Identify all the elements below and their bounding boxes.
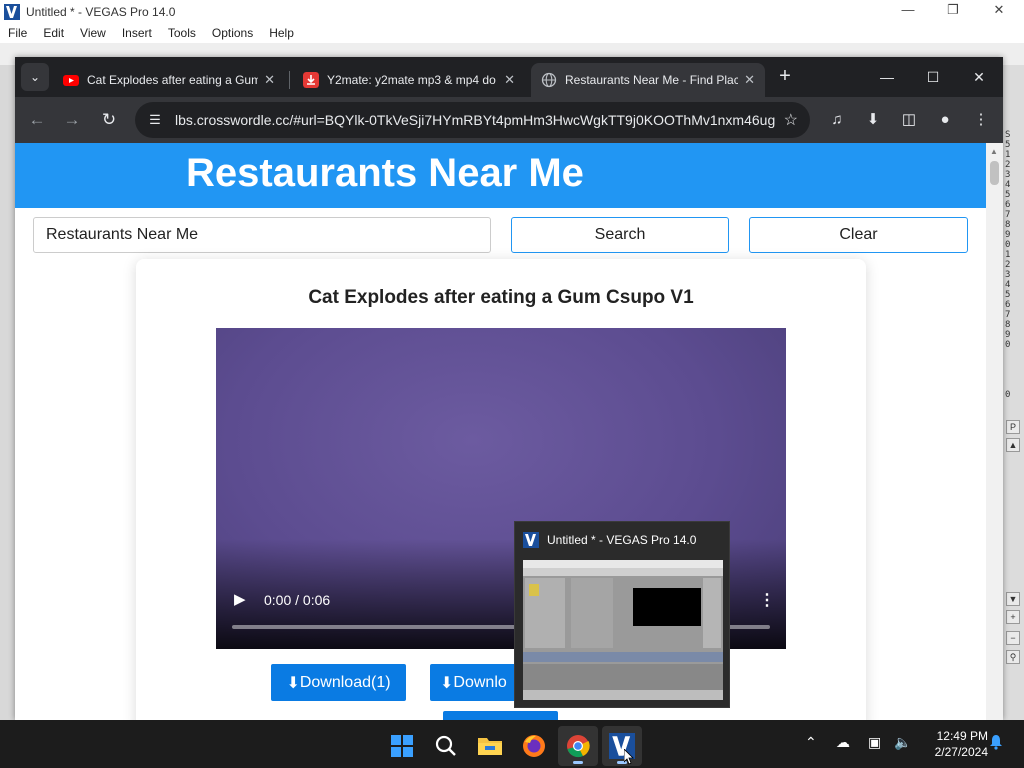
vegas-lock-icon[interactable]: P (1006, 420, 1020, 434)
forward-icon[interactable]: → (60, 108, 84, 132)
page-title: Restaurants Near Me (186, 151, 584, 195)
download-icon (303, 72, 319, 88)
volume-muted-icon[interactable]: 🔈 (894, 734, 911, 751)
close-icon[interactable]: ✕ (959, 65, 999, 89)
system-clock[interactable]: 12:49 PM 2/27/2024 (918, 728, 988, 760)
vegas-logo-icon (4, 3, 20, 20)
tab-cat-video[interactable]: Cat Explodes after eating a Gum ✕ (53, 63, 285, 97)
file-explorer-icon[interactable] (470, 726, 510, 766)
video-more-icon[interactable]: ⋮ (759, 590, 775, 610)
tab-restaurants[interactable]: Restaurants Near Me - Find Plac ✕ (531, 63, 765, 97)
page-header: Restaurants Near Me (15, 143, 986, 208)
vegas-up-icon[interactable]: ▲ (1006, 438, 1020, 452)
menu-insert[interactable]: Insert (114, 26, 160, 40)
tab-strip: ⌄ Cat Explodes after eating a Gum ✕ Y2ma… (15, 57, 1003, 97)
profile-avatar-icon[interactable]: ● (933, 108, 957, 132)
vegas-left-panel (0, 65, 16, 720)
play-icon[interactable]: ▶ (234, 590, 246, 608)
scroll-up-icon[interactable]: ▲ (990, 147, 998, 156)
tab-label: Y2mate: y2mate mp3 & mp4 do (327, 73, 496, 87)
notification-bell-icon[interactable] (988, 734, 1004, 753)
tab-separator (289, 71, 290, 89)
thumbnail-header: Untitled * - VEGAS Pro 14.0 (523, 532, 696, 548)
back-icon[interactable]: ← (25, 108, 49, 132)
clock-time: 12:49 PM (936, 729, 988, 743)
mouse-cursor-icon (624, 749, 634, 765)
tab-label: Cat Explodes after eating a Gum (87, 73, 259, 87)
tab-label: Restaurants Near Me - Find Plac (565, 73, 739, 87)
onedrive-icon[interactable]: ☁ (836, 734, 850, 751)
firefox-icon[interactable] (514, 726, 554, 766)
chrome-window: ⌄ Cat Explodes after eating a Gum ✕ Y2ma… (15, 57, 1003, 720)
download-icon: ⬇ (286, 674, 300, 692)
page-scrollbar[interactable]: ▲ (986, 143, 1003, 720)
tab-y2mate[interactable]: Y2mate: y2mate mp3 & mp4 do ✕ (293, 63, 525, 97)
vegas-zoom-tool-icon[interactable]: ⚲ (1006, 650, 1020, 664)
close-icon[interactable]: ✕ (744, 72, 755, 88)
vegas-zoom-in-icon[interactable]: + (1006, 610, 1020, 624)
restore-icon[interactable]: ❐ (938, 2, 968, 18)
bookmark-star-icon[interactable]: ☆ (784, 110, 798, 130)
video-time: 0:00 / 0:06 (264, 592, 331, 608)
youtube-icon (63, 75, 79, 86)
clear-button[interactable]: Clear (749, 217, 968, 253)
download-3-button[interactable] (443, 711, 558, 720)
vegas-logo-icon (523, 532, 539, 548)
close-icon[interactable]: ✕ (264, 72, 275, 88)
side-panel-icon[interactable]: ◫ (897, 108, 921, 132)
taskbar-thumbnail-preview[interactable]: Untitled * - VEGAS Pro 14.0 (514, 521, 730, 708)
menu-help[interactable]: Help (261, 26, 302, 40)
download-2-label: Downlo (453, 673, 507, 691)
menu-file[interactable]: File (0, 26, 35, 40)
windows-start-icon[interactable] (382, 726, 422, 766)
new-tab-button[interactable]: + (773, 65, 797, 89)
search-button[interactable]: Search (511, 217, 729, 253)
close-icon[interactable]: ✕ (504, 72, 515, 88)
download-icon[interactable]: ⬇ (861, 108, 885, 132)
minimize-icon[interactable]: — (893, 2, 923, 17)
tab-search-button[interactable]: ⌄ (21, 63, 49, 91)
video-title: Cat Explodes after eating a Gum Csupo V1 (308, 287, 694, 308)
vegas-titlebar: Untitled * - VEGAS Pro 14.0 — ❐ ✕ (0, 0, 1024, 23)
taskbar: ⌃ ☁ ▣ 🔈 12:49 PM 2/27/2024 (0, 720, 1024, 768)
vegas-icon[interactable] (602, 726, 642, 766)
vegas-down-icon[interactable]: ▼ (1006, 592, 1020, 606)
download-1-label: Download(1) (299, 673, 391, 691)
url-text: lbs.crosswordle.cc/#url=BQYlk-0TkVeSji7H… (175, 112, 775, 128)
active-indicator (573, 761, 583, 764)
menu-tools[interactable]: Tools (160, 26, 204, 40)
more-menu-icon[interactable]: ⋮ (969, 108, 993, 132)
vegas-menubar: File Edit View Insert Tools Options Help (0, 23, 1024, 43)
vegas-ruler: S512345678901234567890 0 (1005, 130, 1011, 400)
globe-icon (541, 72, 557, 88)
reload-icon[interactable]: ↻ (97, 108, 121, 132)
chrome-icon[interactable] (558, 726, 598, 766)
download-icon: ⬇ (440, 674, 454, 692)
maximize-icon[interactable]: ☐ (913, 65, 953, 89)
clock-date: 2/27/2024 (934, 745, 988, 759)
browser-toolbar: ← → ↻ ☰ lbs.crosswordle.cc/#url=BQYlk-0T… (15, 97, 1003, 143)
download-1-button[interactable]: ⬇ Download(1) (271, 664, 406, 701)
network-icon[interactable]: ▣ (868, 734, 881, 751)
scroll-thumb[interactable] (990, 161, 999, 185)
minimize-icon[interactable]: — (867, 65, 907, 89)
address-bar[interactable]: ☰ lbs.crosswordle.cc/#url=BQYlk-0TkVeSji… (135, 102, 810, 138)
result-card: Cat Explodes after eating a Gum Csupo V1… (136, 259, 866, 720)
media-control-icon[interactable]: ♫ (825, 108, 849, 132)
site-info-icon[interactable]: ☰ (145, 110, 165, 130)
close-icon[interactable]: ✕ (984, 2, 1014, 18)
thumbnail-title: Untitled * - VEGAS Pro 14.0 (547, 533, 697, 547)
vegas-zoom-out-icon[interactable]: − (1006, 631, 1020, 645)
menu-edit[interactable]: Edit (35, 26, 72, 40)
tray-overflow-icon[interactable]: ⌃ (805, 734, 817, 751)
page-content: Restaurants Near Me Restaurants Near Me … (15, 143, 986, 720)
vegas-window-title: Untitled * - VEGAS Pro 14.0 (26, 4, 176, 19)
search-icon[interactable] (426, 726, 466, 766)
thumbnail-image (523, 560, 723, 700)
menu-options[interactable]: Options (204, 26, 261, 40)
search-input[interactable]: Restaurants Near Me (33, 217, 491, 253)
menu-view[interactable]: View (72, 26, 114, 40)
